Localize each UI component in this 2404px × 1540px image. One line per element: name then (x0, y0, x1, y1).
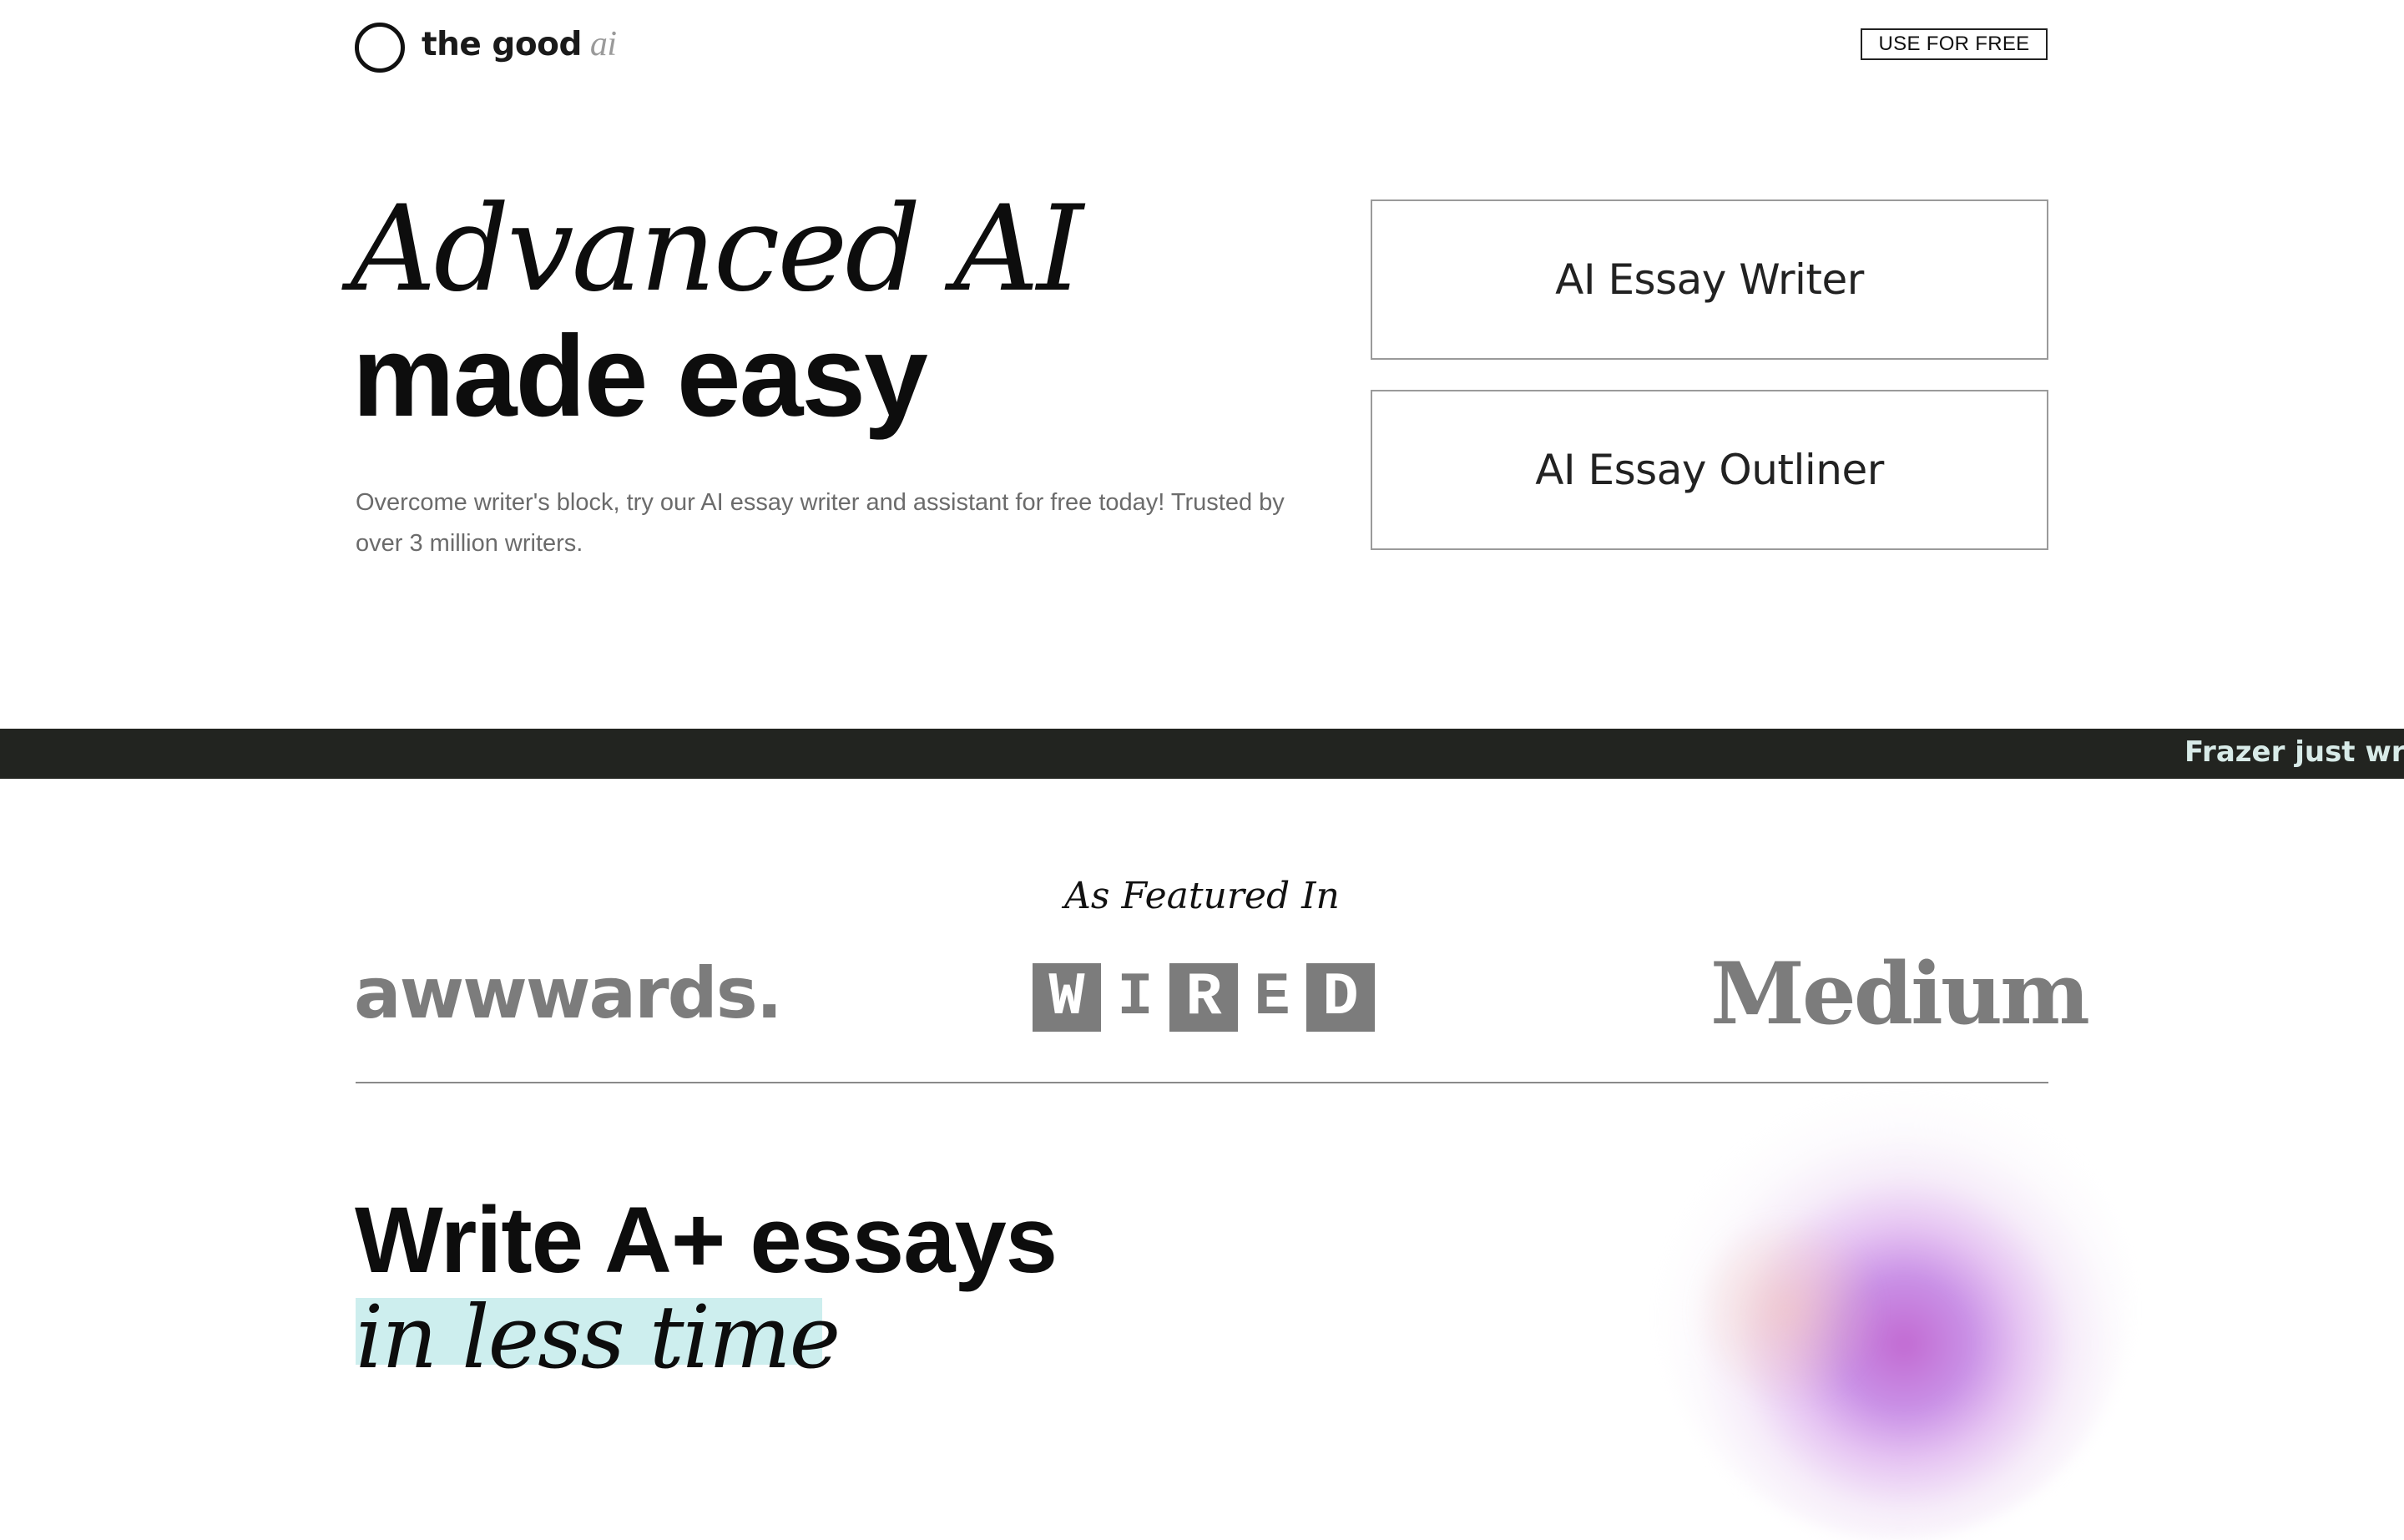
brand-name-accent: ai (589, 25, 617, 63)
ai-essay-outliner-button[interactable]: AI Essay Outliner (1371, 390, 2048, 550)
gradient-blob-warm-decoration (1694, 1210, 1878, 1411)
wired-logo-letter: W (1033, 963, 1101, 1032)
awwwards-logo: awwwards. (354, 952, 783, 1034)
featured-title: As Featured In (1064, 875, 1340, 917)
wired-logo-letter: E (1238, 963, 1306, 1032)
hero-headline-italic: Advanced AI (351, 180, 1083, 318)
wired-logo-letter: I (1101, 963, 1169, 1032)
section-title-italic: in less time (356, 1286, 841, 1388)
ai-essay-writer-button[interactable]: AI Essay Writer (1371, 199, 2048, 360)
brand-logo-icon[interactable] (355, 23, 405, 73)
wired-logo-letter: R (1169, 963, 1238, 1032)
use-for-free-button[interactable]: USE FOR FREE (1861, 28, 2048, 60)
activity-ticker: Frazer just wrot (0, 729, 2404, 779)
brand-name[interactable]: the good ai (422, 24, 617, 64)
wired-logo: W I R E D (1033, 963, 1375, 1032)
section-divider (356, 1082, 2048, 1083)
hero-subtitle: Overcome writer's block, try our AI essa… (356, 489, 1285, 557)
brand-name-main: the good (422, 26, 582, 63)
section-title: Write A+ essays (355, 1188, 1058, 1292)
medium-logo: Medium (1710, 944, 2090, 1044)
hero-headline-bold: made easy (352, 312, 928, 441)
ticker-text: Frazer just wrot (2184, 735, 2404, 769)
wired-logo-letter: D (1306, 963, 1375, 1032)
